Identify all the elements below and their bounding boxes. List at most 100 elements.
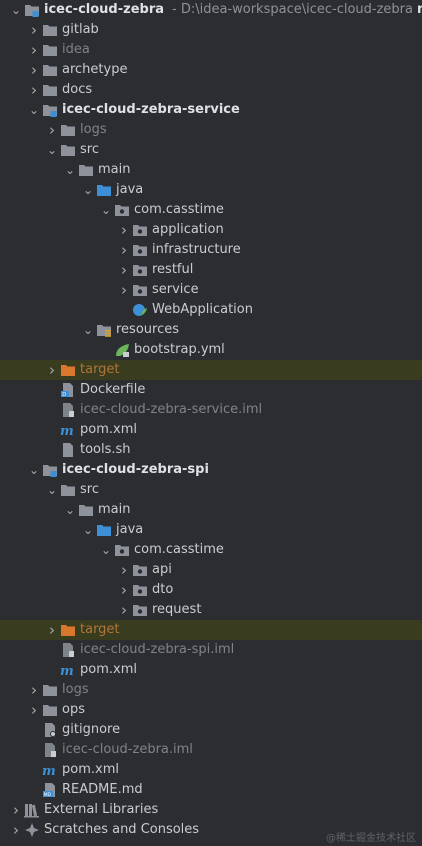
folder-icon	[78, 502, 94, 518]
chevron-down-icon[interactable]: ⌄	[26, 460, 42, 480]
tree-file-gitignore[interactable]: gitignore	[0, 720, 422, 740]
tree-file-dockerfile[interactable]: D Dockerfile	[0, 380, 422, 400]
tree-folder-spi-main[interactable]: ⌄ main	[0, 500, 422, 520]
resources-folder-icon	[96, 322, 112, 338]
tree-folder-docs[interactable]: › docs	[0, 80, 422, 100]
tree-package-request[interactable]: › request	[0, 600, 422, 620]
tree-file-spi-pom[interactable]: m pom.xml	[0, 660, 422, 680]
chevron-right-icon[interactable]: ›	[8, 800, 24, 820]
folder-icon	[42, 42, 58, 58]
tree-folder-spi-target[interactable]: › target	[0, 620, 422, 640]
chevron-right-icon[interactable]: ›	[116, 240, 132, 260]
chevron-down-icon[interactable]: ⌄	[80, 320, 96, 340]
tree-item-label: api	[152, 562, 172, 577]
tree-item-label: icec-cloud-zebra-spi	[62, 462, 209, 477]
tree-folder-main[interactable]: ⌄ main	[0, 160, 422, 180]
tree-package-service[interactable]: › service	[0, 280, 422, 300]
tree-folder-spi-java[interactable]: ⌄ java	[0, 520, 422, 540]
source-folder-icon	[96, 522, 112, 538]
tree-package-restful[interactable]: › restful	[0, 260, 422, 280]
tree-folder-archetype[interactable]: › archetype	[0, 60, 422, 80]
tree-file-bootstrap-yml[interactable]: bootstrap.yml	[0, 340, 422, 360]
chevron-right-icon[interactable]: ›	[116, 560, 132, 580]
tree-item-label: gitlab	[62, 22, 99, 37]
spring-class-icon	[132, 302, 148, 318]
chevron-right-icon[interactable]: ›	[26, 40, 42, 60]
tree-folder-idea[interactable]: › idea	[0, 40, 422, 60]
tree-module-service[interactable]: ⌄ icec-cloud-zebra-service	[0, 100, 422, 120]
chevron-right-icon[interactable]: ›	[116, 600, 132, 620]
chevron-right-icon[interactable]: ›	[26, 700, 42, 720]
tree-file-readme[interactable]: MD README.md	[0, 780, 422, 800]
maven-icon: m	[42, 762, 58, 779]
chevron-down-icon[interactable]: ⌄	[80, 180, 96, 200]
tree-file-tools-sh[interactable]: tools.sh	[0, 440, 422, 460]
chevron-right-icon[interactable]: ›	[44, 120, 60, 140]
chevron-right-icon[interactable]: ›	[26, 20, 42, 40]
tree-item-label: request	[152, 602, 202, 617]
iml-icon	[60, 642, 76, 658]
chevron-right-icon[interactable]: ›	[116, 260, 132, 280]
tree-item-label: Scratches and Consoles	[44, 822, 200, 837]
tree-item-label: README.md	[62, 782, 143, 797]
tree-package-infrastructure[interactable]: › infrastructure	[0, 240, 422, 260]
tree-item-label: main	[98, 502, 131, 517]
tree-folder-src[interactable]: ⌄ src	[0, 140, 422, 160]
docker-icon: D	[60, 382, 76, 398]
tree-file-root-iml[interactable]: icec-cloud-zebra.iml	[0, 740, 422, 760]
chevron-down-icon[interactable]: ⌄	[62, 160, 78, 180]
tree-folder-gitlab[interactable]: › gitlab	[0, 20, 422, 40]
tree-folder-target[interactable]: › target	[0, 360, 422, 380]
tree-root-project[interactable]: ⌄ icec-cloud-zebra - D:\idea-workspace\ic…	[0, 0, 422, 20]
tree-package-com-casstime[interactable]: ⌄ com.casstime	[0, 200, 422, 220]
chevron-down-icon[interactable]: ⌄	[44, 480, 60, 500]
tree-folder-logs[interactable]: › logs	[0, 120, 422, 140]
source-folder-icon	[96, 182, 112, 198]
chevron-right-icon[interactable]: ›	[8, 820, 24, 840]
chevron-down-icon[interactable]: ⌄	[80, 520, 96, 540]
maven-icon: m	[60, 422, 76, 439]
folder-icon	[60, 122, 76, 138]
svg-text:m: m	[42, 764, 56, 778]
tree-item-label: java	[116, 522, 144, 537]
tree-package-application[interactable]: › application	[0, 220, 422, 240]
tree-package-api[interactable]: › api	[0, 560, 422, 580]
tree-item-label: icec-cloud-zebra-service.iml	[80, 402, 263, 417]
chevron-down-icon[interactable]: ⌄	[98, 540, 114, 560]
folder-icon	[42, 702, 58, 718]
iml-icon	[42, 742, 58, 758]
chevron-right-icon[interactable]: ›	[26, 80, 42, 100]
svg-text:m: m	[60, 424, 74, 438]
tree-folder-root-logs[interactable]: › logs	[0, 680, 422, 700]
tree-package-spi-com-casstime[interactable]: ⌄ com.casstime	[0, 540, 422, 560]
chevron-right-icon[interactable]: ›	[26, 60, 42, 80]
chevron-down-icon[interactable]: ⌄	[44, 140, 60, 160]
tree-folder-java[interactable]: ⌄ java	[0, 180, 422, 200]
tree-external-libraries[interactable]: › External Libraries	[0, 800, 422, 820]
iml-icon	[60, 402, 76, 418]
chevron-right-icon[interactable]: ›	[26, 680, 42, 700]
chevron-right-icon[interactable]: ›	[44, 360, 60, 380]
tree-file-root-pom[interactable]: m pom.xml	[0, 760, 422, 780]
tree-file-service-iml[interactable]: icec-cloud-zebra-service.iml	[0, 400, 422, 420]
chevron-down-icon[interactable]: ⌄	[98, 200, 114, 220]
tree-folder-ops[interactable]: › ops	[0, 700, 422, 720]
chevron-down-icon[interactable]: ⌄	[8, 0, 24, 20]
tree-file-service-pom[interactable]: m pom.xml	[0, 420, 422, 440]
chevron-right-icon[interactable]: ›	[44, 620, 60, 640]
excluded-folder-icon	[60, 622, 76, 638]
chevron-down-icon[interactable]: ⌄	[62, 500, 78, 520]
chevron-right-icon[interactable]: ›	[116, 280, 132, 300]
tree-file-webapplication[interactable]: WebApplication	[0, 300, 422, 320]
chevron-down-icon[interactable]: ⌄	[26, 100, 42, 120]
tree-folder-resources[interactable]: ⌄ resources	[0, 320, 422, 340]
tree-module-spi[interactable]: ⌄ icec-cloud-zebra-spi	[0, 460, 422, 480]
git-branch-name: master	[417, 2, 422, 17]
chevron-right-icon[interactable]: ›	[116, 580, 132, 600]
tree-item-label: bootstrap.yml	[134, 342, 225, 357]
tree-package-dto[interactable]: › dto	[0, 580, 422, 600]
tree-item-label: java	[116, 182, 144, 197]
tree-folder-spi-src[interactable]: ⌄ src	[0, 480, 422, 500]
chevron-right-icon[interactable]: ›	[116, 220, 132, 240]
tree-file-spi-iml[interactable]: icec-cloud-zebra-spi.iml	[0, 640, 422, 660]
